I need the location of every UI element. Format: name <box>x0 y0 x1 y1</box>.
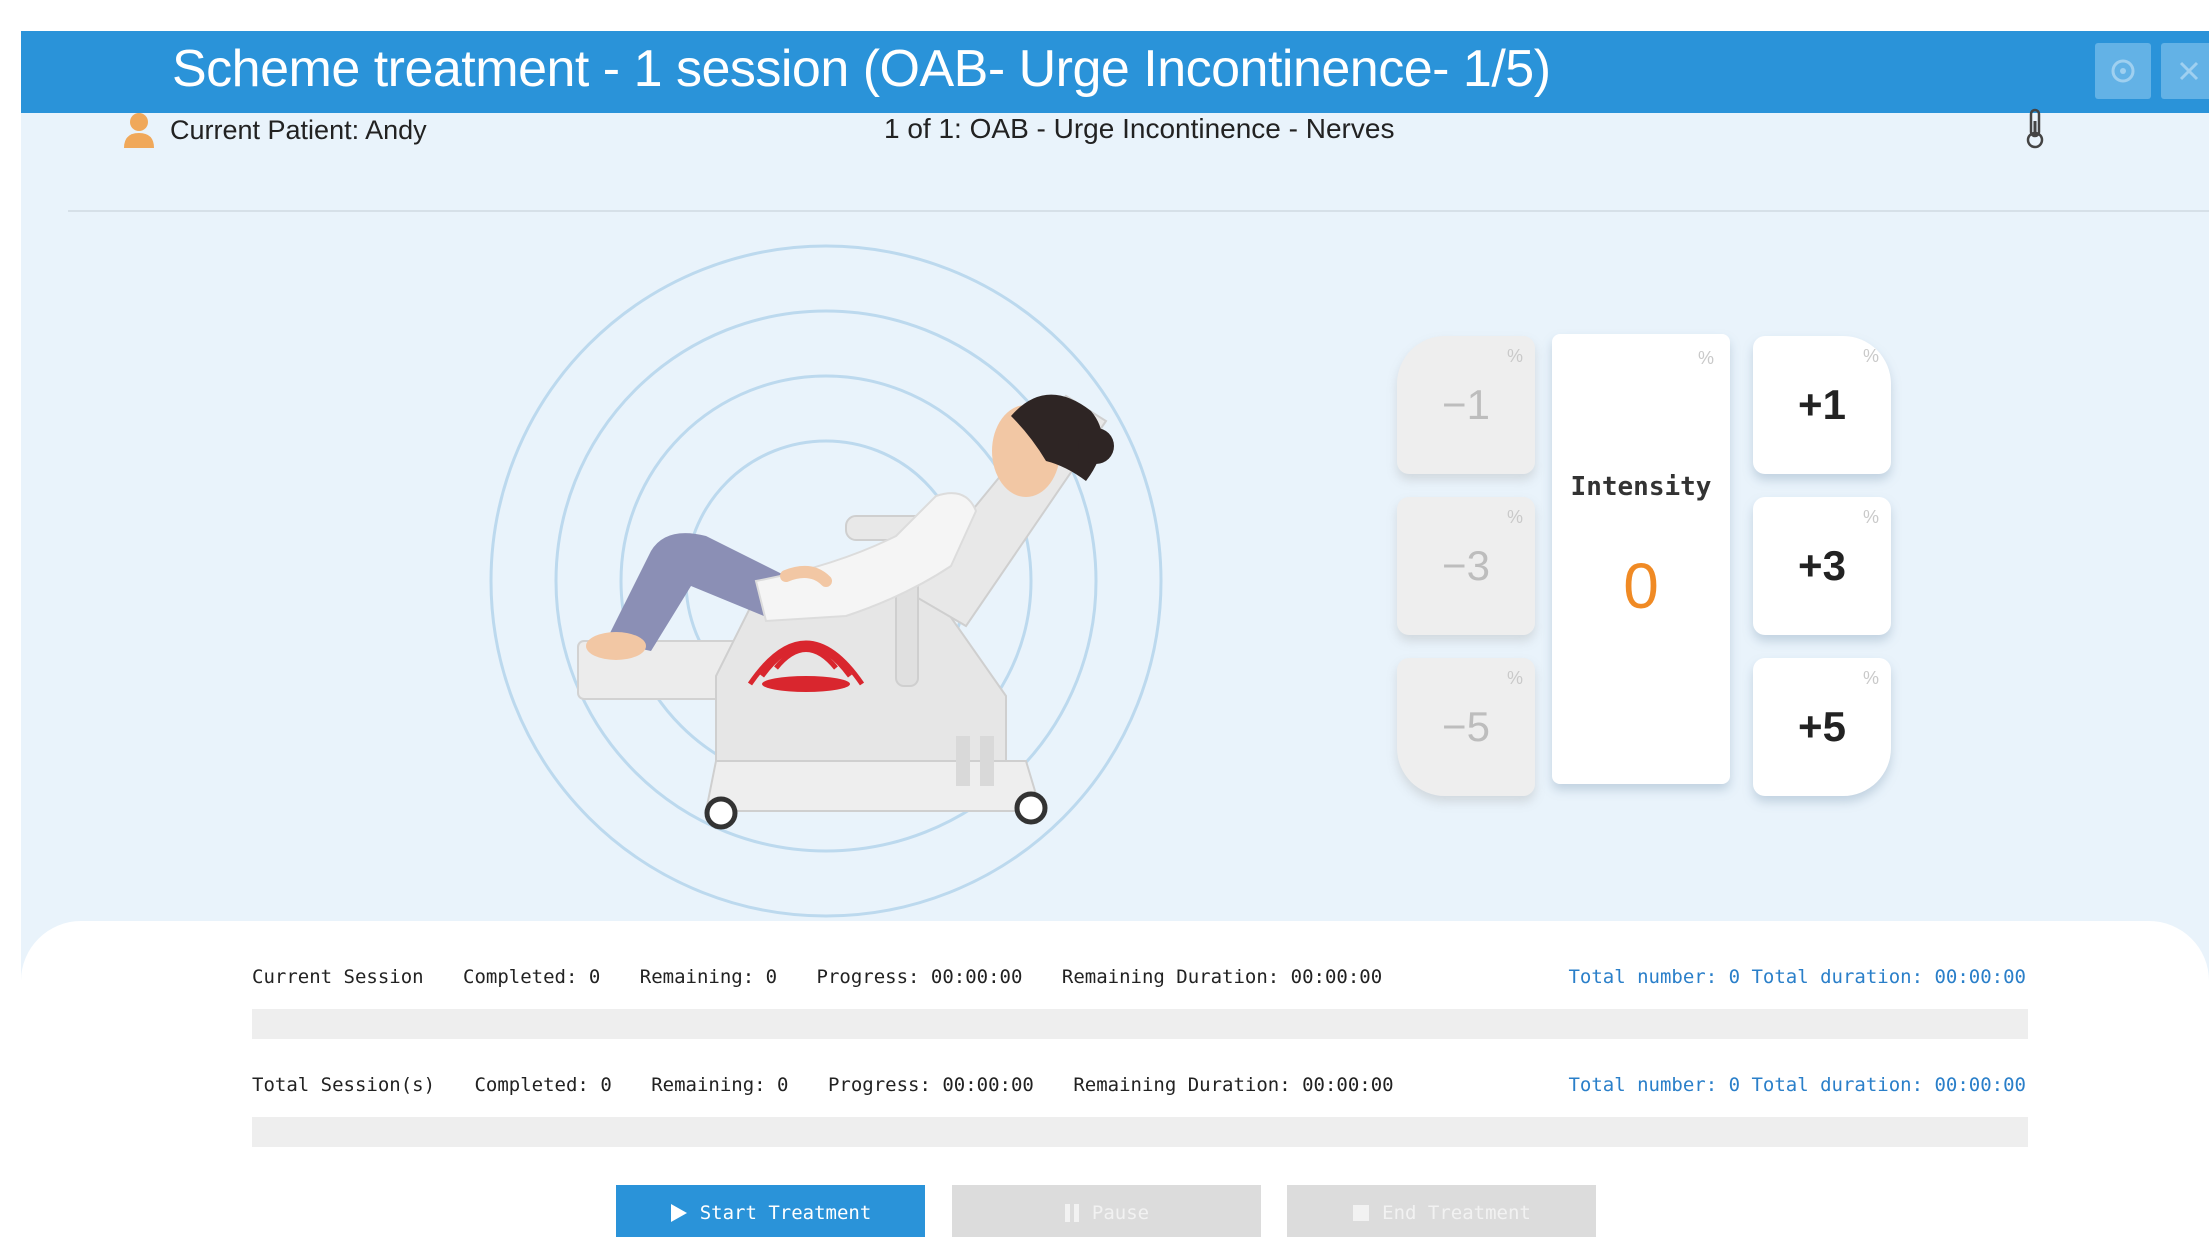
total-sessions-completed: Completed: 0 <box>474 1074 612 1096</box>
intensity-value: 0 <box>1623 550 1659 622</box>
intensity-panel: % Intensity 0 <box>1552 334 1730 784</box>
start-treatment-button[interactable]: Start Treatment <box>616 1185 925 1237</box>
current-session-completed: Completed: 0 <box>463 966 601 988</box>
play-icon <box>670 1203 687 1222</box>
scheme-step-title: 1 of 1: OAB - Urge Incontinence - Nerves <box>884 113 1395 144</box>
button-label: +1 <box>1798 381 1846 428</box>
current-session-progress: Progress: 00:00:00 <box>816 966 1023 988</box>
patient-chair-illustration <box>489 244 1163 918</box>
total-sessions-remaining-duration: Remaining Duration: 00:00:00 <box>1073 1074 1394 1096</box>
intensity-plus-3-button[interactable]: % +3 <box>1753 497 1891 635</box>
stop-icon <box>1353 1204 1370 1221</box>
button-label: +5 <box>1798 703 1846 750</box>
button-label: +3 <box>1798 542 1846 589</box>
intensity-plus-1-button[interactable]: % +1 <box>1753 336 1891 474</box>
current-session-totals: Total number: 0 Total duration: 00:00:00 <box>1568 966 2026 988</box>
percent-mark: % <box>1506 346 1523 366</box>
treatment-window: Scheme treatment - 1 session (OAB- Urge … <box>21 31 2209 1237</box>
current-session-progress-bar <box>252 1009 2028 1039</box>
title-bar: Scheme treatment - 1 session (OAB- Urge … <box>21 31 2209 113</box>
current-session-label: Current Session <box>252 966 424 988</box>
button-label: −5 <box>1442 703 1490 750</box>
percent-mark: % <box>1862 507 1879 527</box>
settings-icon <box>2111 59 2135 83</box>
thermometer-icon[interactable] <box>2023 107 2047 149</box>
intensity-minus-3-button[interactable]: % −3 <box>1397 497 1535 635</box>
percent-mark: % <box>1862 668 1879 688</box>
total-sessions-progress-bar <box>252 1117 2028 1147</box>
window-settings-button[interactable] <box>2095 43 2151 99</box>
percent-mark: % <box>1506 668 1523 688</box>
user-icon <box>124 113 154 148</box>
button-label: −1 <box>1442 381 1490 428</box>
header-divider <box>68 210 2209 212</box>
intensity-plus-5-button[interactable]: % +5 <box>1753 658 1891 796</box>
end-treatment-button[interactable]: End Treatment <box>1287 1185 1596 1237</box>
intensity-minus-5-button[interactable]: % −5 <box>1397 658 1535 796</box>
intensity-minus-1-button[interactable]: % −1 <box>1397 336 1535 474</box>
current-session-remaining: Remaining: 0 <box>639 966 778 988</box>
end-treatment-label: End Treatment <box>1382 1201 1531 1224</box>
close-icon <box>2179 61 2199 81</box>
total-sessions-progress: Progress: 00:00:00 <box>827 1074 1034 1096</box>
total-sessions-totals: Total number: 0 Total duration: 00:00:00 <box>1568 1074 2026 1096</box>
button-label: −3 <box>1442 542 1490 589</box>
start-treatment-label: Start Treatment <box>699 1201 872 1224</box>
percent-mark: % <box>1862 346 1879 366</box>
pause-button[interactable]: Pause <box>952 1185 1261 1237</box>
window-title: Scheme treatment - 1 session (OAB- Urge … <box>172 40 1551 98</box>
patient-header: Current Patient: Andy 1 of 1: OAB - Urge… <box>21 108 2209 243</box>
window-close-button[interactable] <box>2161 43 2209 99</box>
current-session-remaining-duration: Remaining Duration: 00:00:00 <box>1061 966 1383 988</box>
pause-icon <box>1064 1203 1079 1222</box>
current-patient-label: Current Patient: Andy <box>170 114 427 145</box>
total-sessions-remaining: Remaining: 0 <box>651 1074 789 1096</box>
pause-label: Pause <box>1091 1201 1150 1224</box>
total-sessions-label: Total Session(s) <box>252 1074 436 1096</box>
percent-mark: % <box>1697 348 1714 368</box>
percent-mark: % <box>1506 507 1523 527</box>
current-patient: Current Patient: Andy <box>122 111 427 149</box>
intensity-label: Intensity <box>1570 472 1712 502</box>
